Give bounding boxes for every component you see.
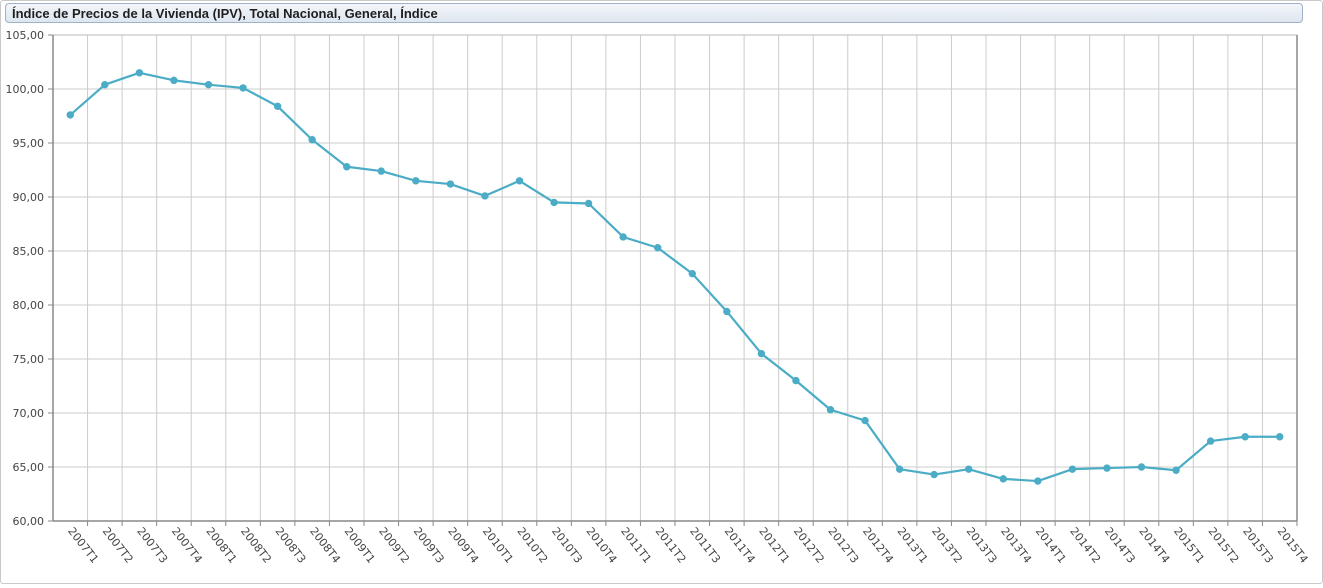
y-tick-label: 70,00 — [13, 407, 45, 420]
data-point — [861, 416, 869, 425]
y-tick-label: 85,00 — [13, 245, 45, 258]
x-tick-label: 2011T2 — [653, 525, 689, 566]
x-tick-label: 2008T2 — [238, 525, 274, 566]
x-tick-label: 2011T1 — [618, 525, 654, 566]
data-point — [1172, 466, 1180, 474]
data-point — [757, 349, 766, 358]
data-point — [1068, 465, 1077, 473]
data-point — [723, 307, 731, 316]
data-point — [654, 244, 662, 252]
data-point — [1241, 433, 1249, 441]
x-tick-label: 2013T4 — [998, 525, 1034, 566]
data-point — [204, 80, 213, 89]
x-tick-label: 2012T1 — [756, 525, 792, 566]
x-tick-label: 2015T1 — [1171, 525, 1207, 566]
x-tick-label: 2007T3 — [134, 525, 170, 566]
data-point — [1137, 463, 1146, 471]
x-tick-label: 2014T2 — [1067, 525, 1103, 566]
data-point — [101, 80, 109, 89]
data-point — [895, 465, 904, 473]
x-tick-label: 2009T4 — [445, 525, 481, 566]
x-tick-label: 2010T3 — [549, 525, 585, 566]
data-point — [826, 406, 835, 414]
x-tick-label: 2013T3 — [964, 525, 1000, 566]
x-tick-label: 2007T1 — [65, 525, 101, 566]
x-tick-label: 2012T3 — [825, 525, 861, 566]
y-tick-labels: 60,00 65,00 70,00 75,00 80,00 85,00 90,00 95,00… — [6, 29, 45, 528]
x-tick-label: 2014T4 — [1136, 525, 1172, 566]
x-tick-label: 2012T4 — [860, 525, 896, 566]
x-tick-label: 2009T2 — [376, 525, 412, 566]
x-tick-label: 2010T2 — [514, 525, 550, 566]
y-tick-label: 90,00 — [13, 191, 45, 204]
axes — [48, 34, 1298, 526]
y-tick-label: 105,00 — [6, 29, 45, 42]
data-point — [550, 198, 558, 207]
data-point — [446, 180, 455, 188]
x-tick-label: 2013T1 — [895, 525, 931, 566]
x-tick-label: 2007T4 — [169, 525, 205, 566]
y-tick-label: 60,00 — [13, 515, 45, 528]
data-point — [965, 465, 973, 473]
x-tick-label: 2010T4 — [584, 525, 620, 566]
data-point — [619, 233, 627, 241]
y-tick-label: 65,00 — [13, 461, 45, 474]
y-tick-label: 80,00 — [13, 299, 45, 312]
x-tick-label: 2010T1 — [480, 525, 516, 566]
x-tick-label: 2014T3 — [1102, 525, 1138, 566]
x-tick-label: 2013T2 — [929, 525, 965, 566]
data-point — [930, 470, 938, 479]
x-tick-label: 2015T3 — [1240, 525, 1276, 566]
x-tick-label: 2009T3 — [411, 525, 447, 566]
x-tick-label: 2014T1 — [1033, 525, 1069, 566]
y-tick-label: 95,00 — [13, 137, 45, 150]
data-point — [792, 376, 800, 385]
x-tick-label: 2009T1 — [342, 525, 378, 566]
x-tick-label: 2008T4 — [307, 525, 343, 566]
x-tick-label: 2007T2 — [100, 525, 136, 566]
data-point — [999, 475, 1007, 483]
line-chart: 60,00 65,00 70,00 75,00 80,00 85,00 90,00 95,00… — [6, 29, 1311, 566]
data-point — [377, 167, 385, 175]
data-point — [170, 76, 178, 85]
x-tick-labels: 2007T12007T22007T32007T42008T12008T22008… — [65, 525, 1310, 566]
x-tick-label: 2008T1 — [203, 525, 239, 566]
data-point — [135, 69, 144, 77]
data-point — [1034, 477, 1042, 485]
data-point — [239, 84, 247, 92]
data-point — [343, 163, 351, 171]
grid-lines — [53, 34, 1297, 522]
x-tick-label: 2015T4 — [1275, 525, 1311, 566]
data-point — [688, 269, 696, 278]
x-tick-label: 2008T3 — [273, 525, 309, 566]
data-point — [1276, 433, 1284, 441]
data-point — [66, 111, 74, 119]
data-point — [308, 136, 316, 144]
data-point — [584, 199, 593, 208]
data-point — [412, 177, 420, 185]
y-tick-label: 100,00 — [6, 83, 45, 96]
y-tick-label: 75,00 — [13, 353, 45, 366]
x-tick-label: 2012T2 — [791, 525, 827, 566]
x-tick-label: 2011T4 — [722, 525, 758, 566]
x-tick-label: 2015T2 — [1206, 525, 1242, 566]
data-point — [1103, 464, 1111, 472]
data-point — [515, 177, 524, 185]
x-tick-label: 2011T3 — [687, 525, 723, 566]
data-point — [1206, 437, 1215, 445]
data-point — [481, 192, 489, 200]
data-point — [273, 102, 282, 110]
